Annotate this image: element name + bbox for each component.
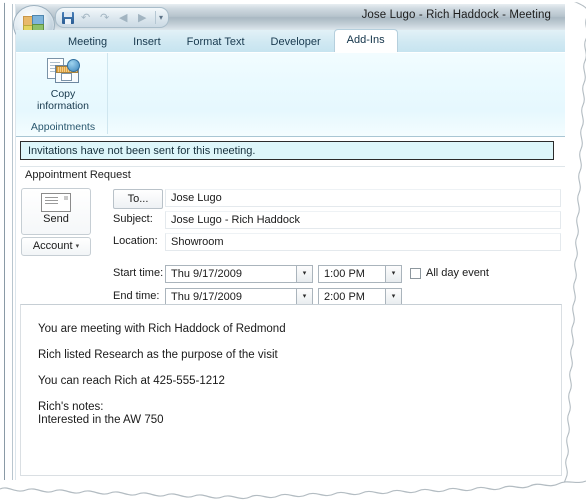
end-time-label: End time: — [113, 290, 160, 302]
copy-information-label-line1: Copy — [50, 88, 76, 100]
screenshot-root: Jose Lugo - Rich Haddock - Meeting ↶ ↷ ◀… — [0, 0, 586, 501]
envelope-icon — [41, 193, 71, 212]
appointment-request-header: Appointment Request — [20, 166, 565, 186]
all-day-event-label: All day event — [426, 267, 489, 279]
chevron-down-icon: ▾ — [75, 243, 80, 250]
ribbon-tabs: Meeting Insert Format Text Developer Add… — [55, 29, 398, 53]
toolbar-separator — [155, 11, 156, 24]
chevron-down-icon[interactable]: ▾ — [159, 13, 163, 23]
previous-item-icon[interactable]: ◀ — [117, 10, 133, 25]
subject-label: Subject: — [113, 213, 153, 225]
account-button[interactable]: Account ▾ — [21, 237, 91, 256]
tab-meeting[interactable]: Meeting — [55, 32, 120, 53]
copy-information-label-line2: information — [37, 100, 89, 112]
tab-format-text[interactable]: Format Text — [174, 32, 258, 53]
ribbon-group-label: Appointments — [30, 121, 96, 133]
window-title: Jose Lugo - Rich Haddock - Meeting — [361, 9, 551, 21]
meeting-body-text: You are meeting with Rich Haddock of Red… — [38, 323, 286, 426]
quick-access-toolbar: ↶ ↷ ◀ ▶ ▾ — [55, 7, 170, 28]
outlook-meeting-window: Jose Lugo - Rich Haddock - Meeting ↶ ↷ ◀… — [4, 2, 565, 480]
tab-developer[interactable]: Developer — [258, 32, 334, 53]
redo-icon[interactable]: ↷ — [98, 10, 114, 25]
copy-information-icon — [45, 57, 81, 87]
chevron-down-icon: ▾ — [302, 293, 307, 300]
send-button[interactable]: Send — [21, 188, 91, 235]
to-button[interactable]: To... — [113, 189, 163, 209]
info-bar[interactable]: Invitations have not been sent for this … — [20, 141, 554, 160]
chevron-down-icon: ▾ — [391, 293, 396, 300]
subject-field[interactable]: Jose Lugo - Rich Haddock — [165, 211, 561, 229]
account-button-label: Account — [32, 240, 73, 252]
to-field[interactable]: Jose Lugo — [165, 189, 561, 207]
start-date-dropdown-icon[interactable]: ▾ — [296, 265, 313, 283]
tab-add-ins[interactable]: Add-Ins — [333, 29, 398, 52]
all-day-event-checkbox[interactable] — [410, 267, 421, 279]
appointment-request-label: Appointment Request — [25, 169, 131, 181]
all-day-event-row[interactable]: All day event — [410, 267, 489, 279]
next-item-icon[interactable]: ▶ — [136, 10, 152, 25]
send-button-label: Send — [43, 213, 69, 225]
info-bar-message: Invitations have not been sent for this … — [28, 145, 256, 157]
chevron-down-icon: ▾ — [391, 270, 396, 277]
location-label: Location: — [113, 235, 158, 247]
window-edge-line-1 — [12, 4, 13, 480]
start-time-dropdown-icon[interactable]: ▾ — [385, 265, 402, 283]
save-icon[interactable] — [60, 10, 76, 25]
meeting-body-area[interactable]: You are meeting with Rich Haddock of Red… — [20, 304, 562, 476]
start-date-field[interactable]: Thu 9/17/2009 — [165, 265, 297, 283]
ribbon-tab-strip: Meeting Insert Format Text Developer Add… — [16, 29, 565, 53]
undo-icon[interactable]: ↶ — [79, 10, 95, 25]
start-time-field[interactable]: 1:00 PM — [318, 265, 386, 283]
ribbon: Copy information Appointments — [16, 52, 565, 137]
chevron-down-icon: ▾ — [302, 270, 307, 277]
ribbon-group-appointments: Copy information Appointments — [19, 53, 108, 134]
location-field[interactable]: Showroom — [165, 233, 561, 251]
copy-information-button[interactable]: Copy information — [19, 55, 107, 112]
start-time-label: Start time: — [113, 267, 164, 279]
tab-insert[interactable]: Insert — [120, 32, 174, 53]
meeting-form: Send Account ▾ To... Jose Lugo Subject: … — [16, 185, 565, 306]
